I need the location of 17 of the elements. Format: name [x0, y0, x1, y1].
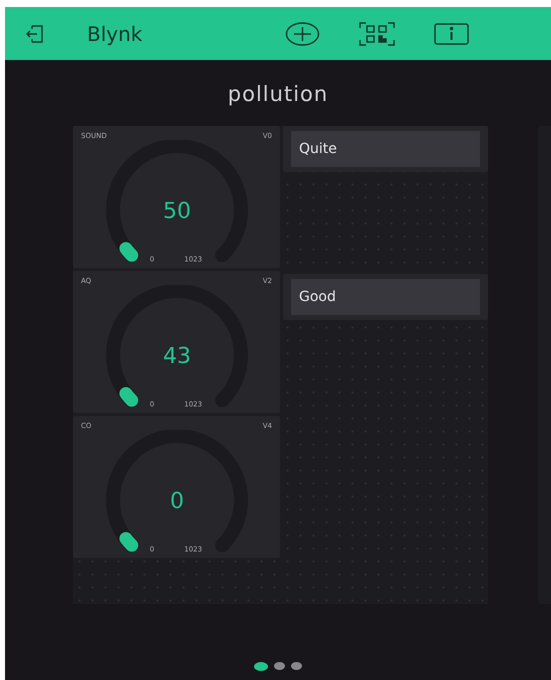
logout-icon[interactable] — [25, 24, 45, 44]
add-icon[interactable] — [285, 22, 320, 46]
gauge-value: 50 — [163, 199, 191, 224]
display-text: Good — [291, 279, 480, 315]
page-indicator[interactable] — [254, 662, 268, 671]
page-indicator[interactable] — [291, 662, 302, 670]
gauge-value: 43 — [163, 344, 191, 369]
gauge-thumb — [119, 532, 138, 552]
gauge-thumb — [119, 242, 138, 262]
dashboard-title: pollution — [226, 82, 330, 106]
qr-code-icon[interactable] — [358, 22, 396, 46]
info-icon[interactable] — [434, 22, 469, 44]
gauge-value: 0 — [170, 489, 184, 514]
app-title: Blynk — [87, 22, 144, 46]
page-indicator[interactable] — [274, 662, 285, 670]
display-text: Quite — [291, 131, 480, 167]
gauge-thumb — [119, 387, 138, 407]
